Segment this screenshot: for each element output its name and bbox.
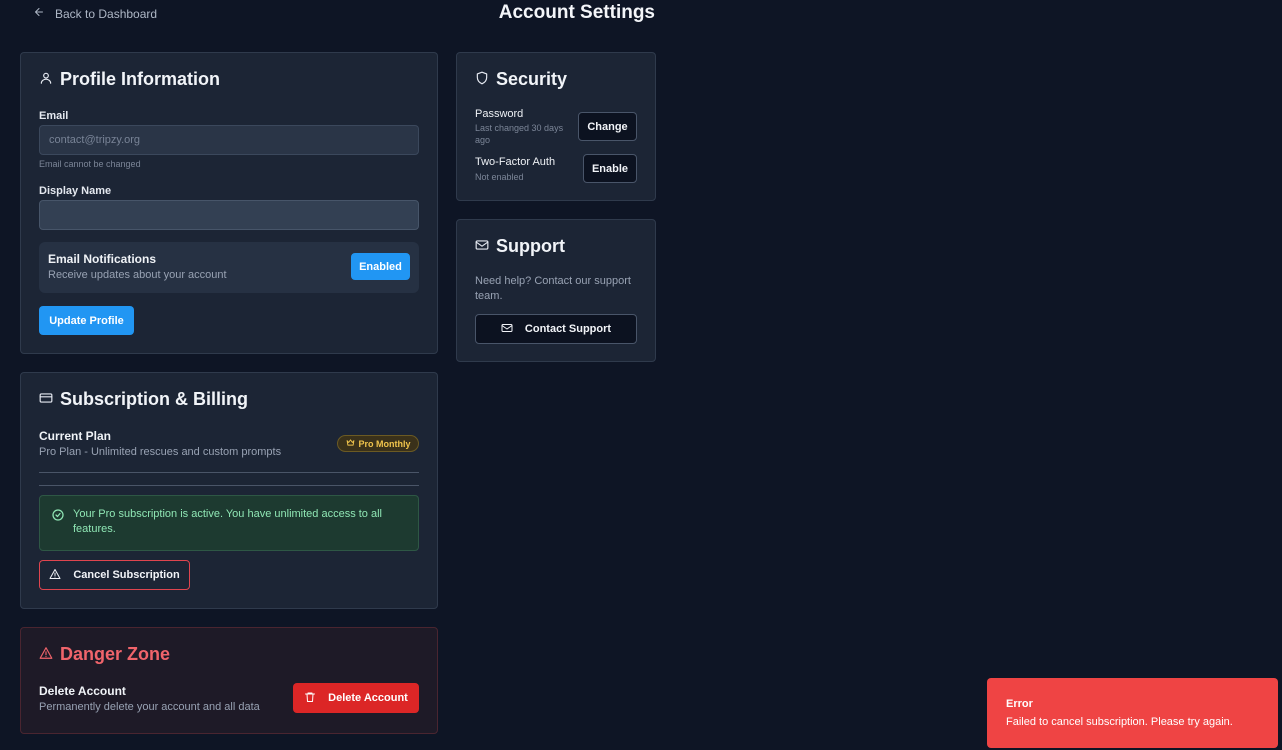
page-title: Account Settings xyxy=(498,2,655,23)
enable-two-factor-button[interactable]: Enable xyxy=(583,154,637,183)
credit-card-icon xyxy=(39,389,53,410)
toast-title: Error xyxy=(1006,698,1033,710)
toast-message: Failed to cancel subscription. Please tr… xyxy=(1006,716,1233,728)
delete-account-button-label: Delete Account xyxy=(328,692,408,704)
two-factor-status: Not enabled xyxy=(475,172,524,182)
email-notifications-description: Receive updates about your account xyxy=(48,269,227,281)
email-hint: Email cannot be changed xyxy=(39,159,141,169)
contact-support-label: Contact Support xyxy=(524,323,612,335)
divider xyxy=(39,472,419,473)
profile-card-title: Profile Information xyxy=(60,69,221,89)
back-link-label: Back to Dashboard xyxy=(55,6,158,21)
password-label: Password xyxy=(475,108,524,120)
current-plan-description: Pro Plan - Unlimited rescues and custom … xyxy=(39,446,282,458)
cancel-subscription-button[interactable]: Cancel Subscription xyxy=(39,560,190,590)
mail-icon xyxy=(475,236,489,257)
trash-icon xyxy=(304,691,316,706)
email-label: Email xyxy=(39,110,69,122)
current-plan-label: Current Plan xyxy=(39,429,112,443)
back-to-dashboard-link[interactable]: Back to Dashboard xyxy=(33,6,157,21)
subscription-status-text: Your Pro subscription is active. You hav… xyxy=(73,508,382,535)
subscription-card: Subscription & Billing Current Plan Pro … xyxy=(20,372,438,609)
arrow-left-icon xyxy=(33,6,45,21)
cancel-subscription-label: Cancel Subscription xyxy=(73,569,180,581)
email-field[interactable] xyxy=(39,125,419,155)
profile-card-header: Profile Information xyxy=(39,69,220,90)
change-password-button[interactable]: Change xyxy=(578,112,637,141)
danger-zone-card: Danger Zone Delete Account Permanently d… xyxy=(20,627,438,734)
plan-badge-label: Pro Monthly xyxy=(358,438,411,449)
top-bar: Back to Dashboard Account Settings xyxy=(0,0,670,28)
subscription-status-alert: Your Pro subscription is active. You hav… xyxy=(39,495,419,551)
security-card: Security Password Last changed 30 days a… xyxy=(456,52,656,201)
divider xyxy=(39,485,419,486)
error-toast[interactable]: Error Failed to cancel subscription. Ple… xyxy=(987,678,1278,748)
user-icon xyxy=(39,69,53,90)
update-profile-button[interactable]: Update Profile xyxy=(39,306,134,335)
security-card-title: Security xyxy=(496,69,568,89)
support-card: Support Need help? Contact our support t… xyxy=(456,219,656,362)
alert-triangle-icon xyxy=(39,644,53,665)
display-name-label: Display Name xyxy=(39,185,112,197)
two-factor-label: Two-Factor Auth xyxy=(475,156,556,168)
subscription-card-title: Subscription & Billing xyxy=(60,389,248,409)
email-notifications-title: Email Notifications xyxy=(48,252,157,266)
delete-account-button[interactable]: Delete Account xyxy=(293,683,419,713)
shield-icon xyxy=(475,69,489,90)
security-card-header: Security xyxy=(475,69,567,90)
plan-badge: Pro Monthly xyxy=(337,435,419,452)
support-card-header: Support xyxy=(475,236,565,257)
display-name-field[interactable] xyxy=(39,200,419,230)
email-notifications-toggle[interactable]: Enabled xyxy=(351,253,410,280)
delete-account-label: Delete Account xyxy=(39,684,126,698)
mail-icon xyxy=(501,322,513,337)
alert-triangle-icon xyxy=(49,568,61,583)
support-card-title: Support xyxy=(496,236,565,256)
delete-account-description: Permanently delete your account and all … xyxy=(39,701,260,713)
danger-zone-title: Danger Zone xyxy=(60,644,171,664)
email-notifications-panel: Email Notifications Receive updates abou… xyxy=(39,242,419,293)
danger-zone-header: Danger Zone xyxy=(39,644,170,665)
subscription-card-header: Subscription & Billing xyxy=(39,389,248,410)
profile-card: Profile Information Email Email cannot b… xyxy=(20,52,438,354)
password-last-changed: Last changed 30 days ago xyxy=(475,123,564,145)
crown-icon xyxy=(346,438,355,449)
support-description: Need help? Contact our support team. xyxy=(475,275,631,302)
contact-support-button[interactable]: Contact Support xyxy=(475,314,637,344)
